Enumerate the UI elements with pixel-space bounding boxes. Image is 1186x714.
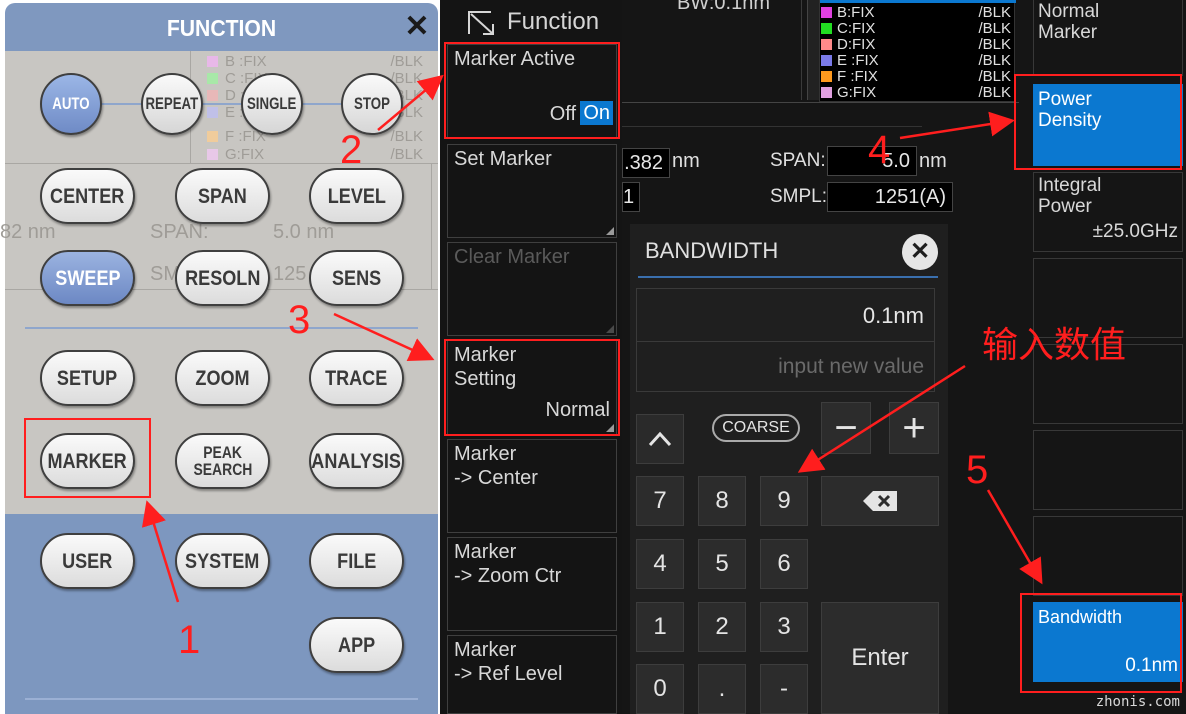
watermark: zhonis.com bbox=[1095, 694, 1180, 710]
step-2-label: 2 bbox=[340, 128, 363, 172]
step-4-label: 4 bbox=[868, 128, 891, 172]
step-3-label: 3 bbox=[288, 298, 311, 342]
step-5-label: 5 bbox=[966, 448, 989, 492]
step-1-label: 1 bbox=[178, 618, 201, 662]
input-value-annotation: 输入数值 bbox=[982, 324, 1127, 365]
